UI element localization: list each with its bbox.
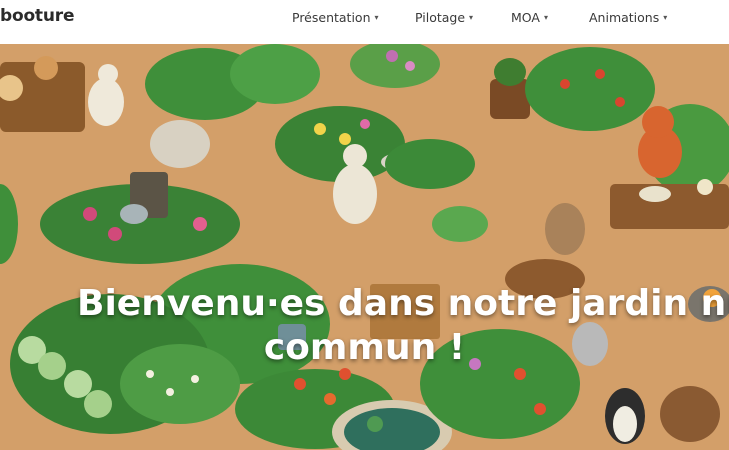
top-navbar: booture Présentation ▾ Pilotage ▾ MOA ▾ Ani…: [0, 0, 729, 44]
chevron-down-icon: ▾: [663, 13, 668, 22]
nav-item-label: Pilotage: [415, 10, 466, 25]
nav-item-animations[interactable]: Animations ▾: [589, 10, 667, 25]
nav-item-moa[interactable]: MOA ▾: [511, 10, 548, 25]
hero-banner: Bienvenu·es dans notre jardin num commun…: [0, 44, 729, 450]
nav-item-presentation[interactable]: Présentation ▾: [292, 10, 379, 25]
nav-item-pilotage[interactable]: Pilotage ▾: [415, 10, 473, 25]
chevron-down-icon: ▾: [469, 13, 474, 22]
hero-title-line2: commun !: [263, 327, 466, 368]
nav-item-label: Animations: [589, 10, 660, 25]
chevron-down-icon: ▾: [374, 13, 379, 22]
nav-item-label: Présentation: [292, 10, 371, 25]
chevron-down-icon: ▾: [543, 13, 548, 22]
hero-title-line1: Bienvenu·es dans notre jardin num: [77, 283, 729, 324]
garden-illustration: [0, 44, 729, 450]
nav-item-label: MOA: [511, 10, 540, 25]
site-brand[interactable]: booture: [0, 6, 74, 26]
